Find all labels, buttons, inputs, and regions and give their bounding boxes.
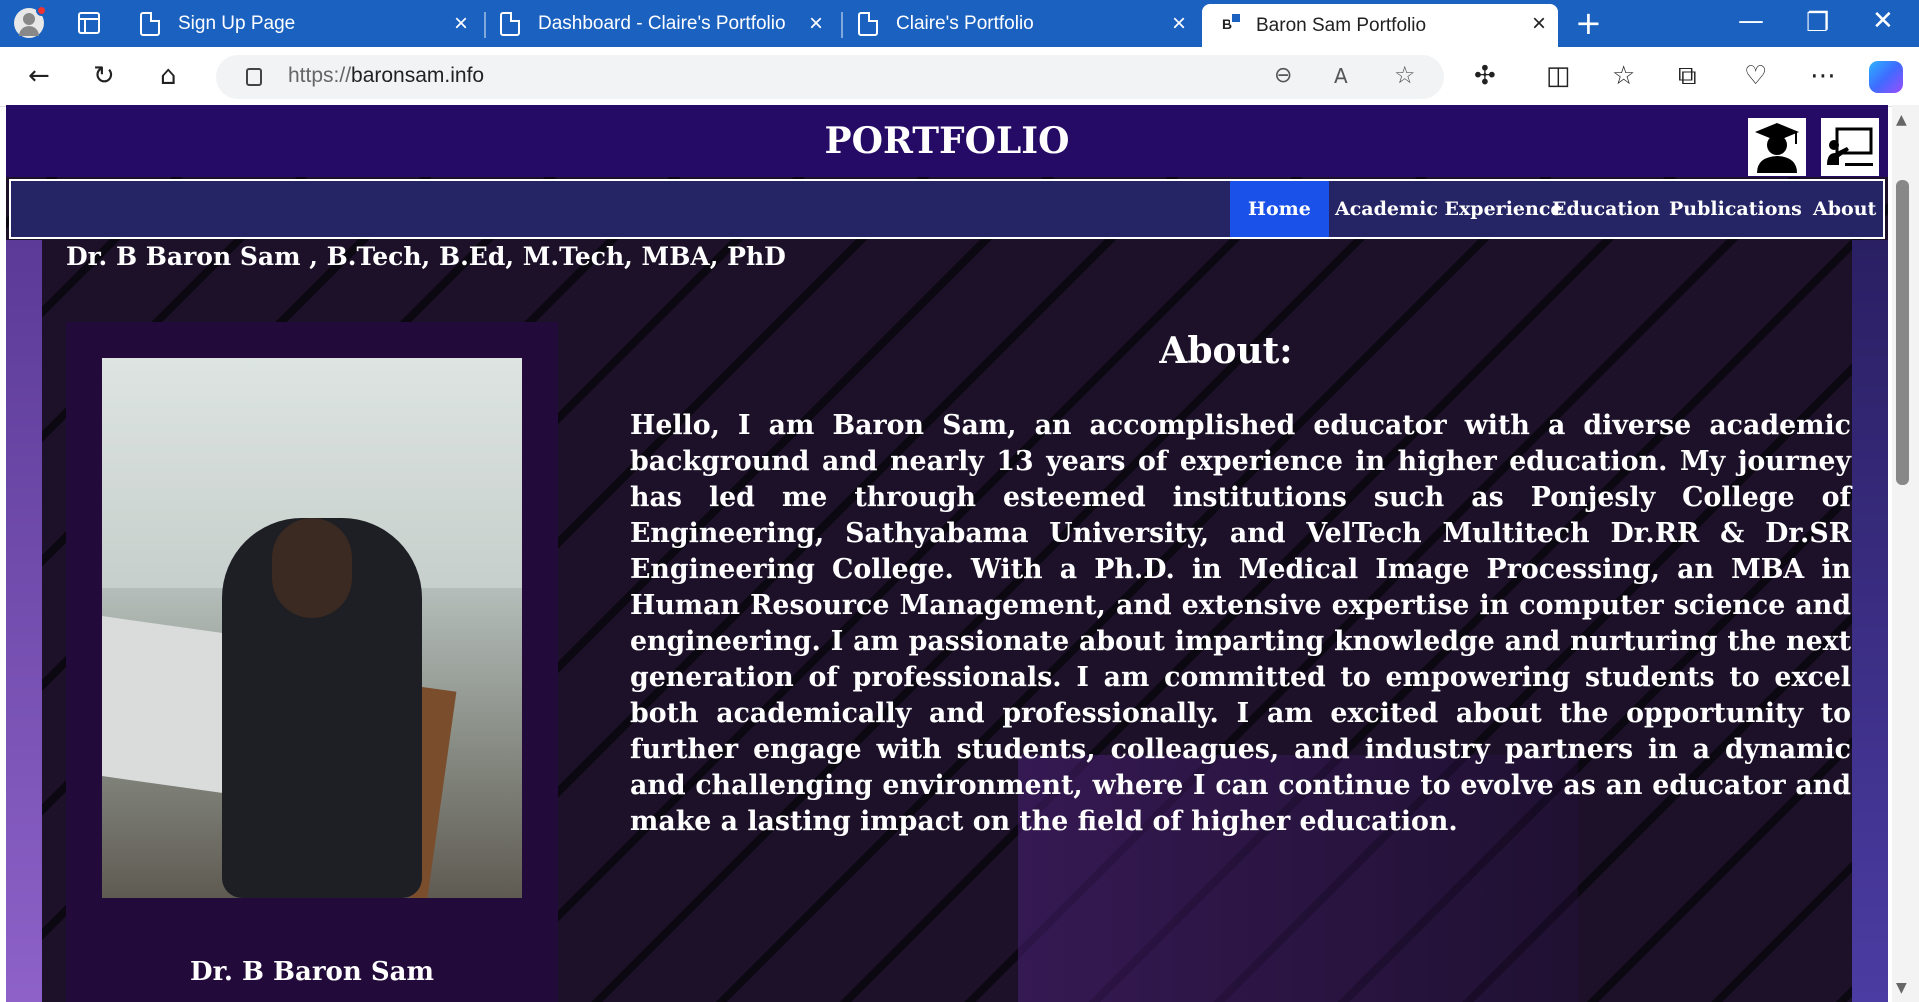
left-decor (6, 240, 42, 1002)
about-heading: About: (1159, 330, 1293, 372)
split-screen-icon[interactable]: ◫ (1546, 61, 1571, 91)
tab-separator (841, 12, 843, 38)
tab-separator (484, 12, 486, 38)
tab-label: Claire's Portfolio (896, 13, 1034, 34)
close-icon[interactable]: × (1532, 10, 1546, 38)
home-icon[interactable]: ⌂ (160, 61, 177, 91)
about-text: Hello, I am Baron Sam, an accomplished e… (630, 410, 1851, 837)
restore-icon[interactable]: ❐ (1806, 8, 1829, 38)
page-icon (858, 12, 878, 36)
read-aloud-icon[interactable]: A (1334, 64, 1348, 88)
profile-photo (102, 358, 522, 898)
scroll-up-icon[interactable]: ▲ (1896, 112, 1907, 128)
more-options-icon[interactable]: ⋯ (1810, 61, 1836, 91)
back-icon[interactable]: ← (28, 61, 50, 91)
site-header: PORTFOLIO (6, 105, 1888, 177)
tab-label: Baron Sam Portfolio (1256, 14, 1427, 36)
extensions-icon[interactable]: ✣ (1474, 61, 1496, 91)
scrollbar-thumb[interactable] (1896, 180, 1909, 485)
page-icon (500, 12, 520, 36)
close-icon[interactable]: × (1172, 10, 1186, 38)
url-scheme: https:// (288, 64, 352, 87)
minimize-icon[interactable]: — (1738, 6, 1764, 36)
browser-tab-bar: Sign Up Page × Dashboard - Claire's Port… (0, 0, 1919, 47)
tab-sign-up[interactable]: Sign Up Page × (140, 6, 480, 42)
right-decor (1852, 240, 1888, 1002)
graduate-icon[interactable] (1748, 118, 1806, 176)
main-nav: Home Academic Experience Education Publi… (9, 179, 1885, 239)
address-bar[interactable]: https://baronsam.info ⊖ A ☆ (216, 55, 1444, 99)
collections-icon[interactable]: ⧉ (1678, 61, 1697, 92)
url-host: baronsam.info (351, 64, 485, 87)
tab-baron-sam-portfolio[interactable]: B Baron Sam Portfolio × (1202, 4, 1558, 47)
url-text[interactable]: https://baronsam.info (288, 64, 484, 88)
site-title: PORTFOLIO (824, 120, 1070, 162)
profile-avatar-icon[interactable] (14, 5, 47, 38)
new-tab-icon[interactable]: + (1575, 4, 1602, 42)
zoom-icon[interactable]: ⊖ (1274, 63, 1292, 88)
close-icon[interactable]: × (454, 10, 468, 38)
tab-label: Sign Up Page (178, 13, 296, 34)
copilot-icon[interactable] (1869, 61, 1903, 93)
name-heading: Dr. B Baron Sam , B.Tech, B.Ed, M.Tech, … (66, 242, 786, 271)
tab-dashboard[interactable]: Dashboard - Claire's Portfolio × (500, 6, 835, 42)
scroll-down-icon[interactable]: ▼ (1896, 980, 1907, 996)
webpage: PORTFOLIO Home Academic Experience Educa… (6, 105, 1888, 1002)
tab-label: Dashboard - Claire's Portfolio (538, 13, 786, 34)
teacher-board-icon[interactable] (1821, 118, 1879, 176)
refresh-icon[interactable]: ↻ (93, 61, 115, 91)
favorite-star-icon[interactable]: ☆ (1394, 61, 1416, 89)
browser-toolbar: ← ↻ ⌂ https://baronsam.info ⊖ A ☆ ✣ ◫ ☆ … (0, 47, 1919, 107)
browser-essentials-icon[interactable]: ♡ (1744, 61, 1767, 91)
favorites-icon[interactable]: ☆ (1612, 61, 1635, 91)
tab-actions-icon[interactable] (78, 12, 100, 34)
lock-icon[interactable] (246, 68, 262, 86)
profile-card: Dr. B Baron Sam (66, 322, 558, 1002)
favicon-icon: B (1222, 13, 1240, 36)
nav-about[interactable]: About (1795, 181, 1888, 237)
nav-home[interactable]: Home (1230, 181, 1329, 237)
page-icon (140, 12, 160, 36)
window-close-icon[interactable]: ✕ (1872, 6, 1894, 36)
profile-name: Dr. B Baron Sam (190, 957, 434, 987)
close-icon[interactable]: × (809, 10, 823, 38)
tab-claires-portfolio[interactable]: Claire's Portfolio × (858, 6, 1198, 42)
